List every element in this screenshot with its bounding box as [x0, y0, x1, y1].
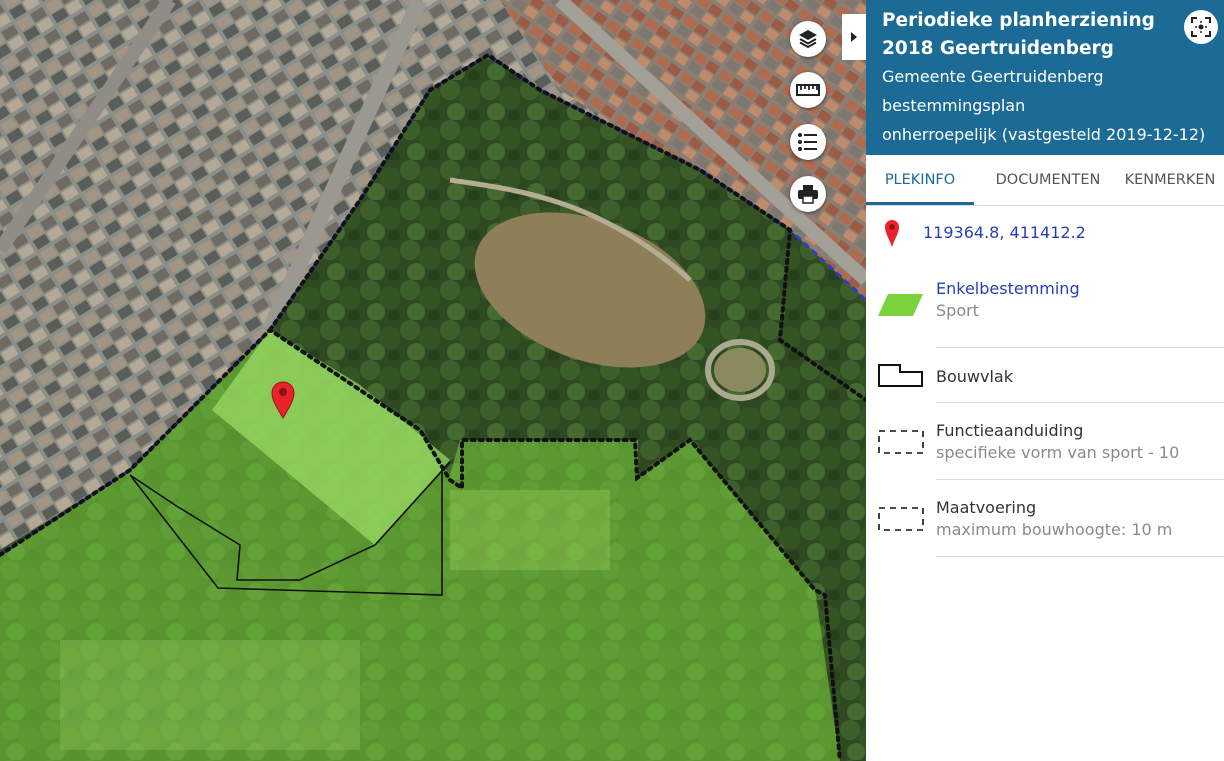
coordinates-link[interactable]: 119364.8, 411412.2	[923, 223, 1086, 242]
green-parallelogram-icon	[878, 294, 923, 316]
legend-title-functieaanduiding: Functieaanduiding	[936, 421, 1084, 440]
divider	[936, 479, 1224, 480]
tab-documenten[interactable]: DOCUMENTEN	[986, 155, 1110, 204]
collapse-panel-button[interactable]	[842, 14, 866, 60]
legend-subtitle-bouwhoogte: maximum bouwhoogte: 10 m	[936, 520, 1173, 539]
legend-subtitle-sport: Sport	[936, 301, 979, 320]
map-viewport[interactable]	[0, 0, 866, 761]
building-outline-icon	[878, 364, 923, 387]
plan-title: Periodieke planherziening 2018 Geertruid…	[882, 10, 1155, 59]
print-button[interactable]	[790, 176, 826, 212]
legend-title-enkelbestemming[interactable]: Enkelbestemming	[936, 279, 1080, 298]
aerial-map[interactable]	[0, 0, 866, 761]
tab-plekinfo[interactable]: PLEKINFO	[866, 155, 974, 205]
tab-kenmerken[interactable]: KENMERKEN	[1116, 155, 1224, 204]
divider	[936, 402, 1224, 403]
dashed-rectangle-icon	[878, 507, 924, 531]
dashed-rectangle-icon	[878, 430, 924, 454]
legend-title-bouwvlak: Bouwvlak	[936, 367, 1013, 386]
plan-type-text: bestemmingsplan	[882, 96, 1026, 115]
divider	[936, 347, 1224, 348]
plan-status-text: onherroepelijk (vastgesteld 2019-12-12)	[882, 125, 1206, 144]
legend-list-icon	[798, 133, 817, 151]
measure-button[interactable]	[790, 72, 826, 108]
panel-tabs: PLEKINFO DOCUMENTEN KENMERKEN	[866, 155, 1224, 206]
zoom-extent-icon	[1191, 17, 1211, 37]
divider	[936, 556, 1224, 557]
chevron-right-icon	[851, 32, 857, 42]
municipality-text: Gemeente Geertruidenberg	[882, 67, 1104, 86]
legend-title-maatvoering: Maatvoering	[936, 498, 1037, 517]
zoom-to-plan-button[interactable]	[1184, 10, 1218, 44]
layers-icon	[799, 30, 817, 49]
legend-subtitle-functie: specifieke vorm van sport - 10	[936, 443, 1180, 462]
coordinates-row: 119364.8, 411412.2	[866, 212, 1224, 256]
print-icon	[798, 185, 818, 204]
legend-button[interactable]	[790, 124, 826, 160]
info-panel: Periodieke planherziening 2018 Geertruid…	[866, 0, 1224, 761]
ruler-icon	[796, 84, 820, 96]
layers-button[interactable]	[790, 21, 826, 57]
panel-header: Periodieke planherziening 2018 Geertruid…	[866, 0, 1224, 155]
map-pin-icon	[885, 220, 899, 247]
